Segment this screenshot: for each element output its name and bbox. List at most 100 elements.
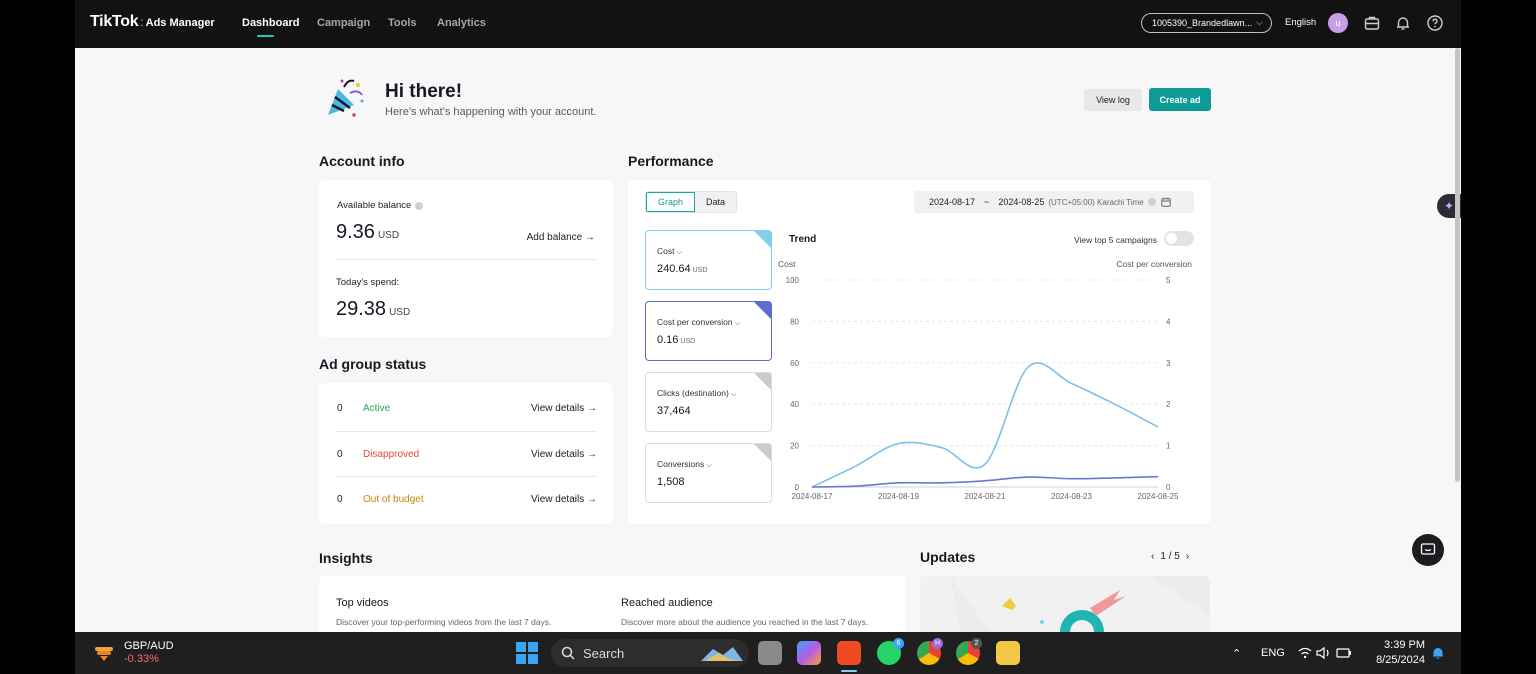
tab-dashboard[interactable]: Dashboard <box>242 17 299 29</box>
chevron-left-icon[interactable]: ‹ <box>1151 551 1154 562</box>
party-popper-icon <box>328 79 364 117</box>
chrome-2-badge: 2 <box>971 638 982 649</box>
page-scrollbar[interactable] <box>1455 48 1460 482</box>
view-details-link[interactable]: View details → <box>531 403 597 414</box>
bell-icon[interactable] <box>1394 14 1412 32</box>
task-view-icon[interactable] <box>758 641 782 665</box>
view-log-button[interactable]: View log <box>1084 89 1142 111</box>
x-tick-label: 2024-08-21 <box>965 492 1006 501</box>
windows-start-icon[interactable] <box>516 642 538 664</box>
spend-unit: USD <box>389 307 411 318</box>
metric-corner-flag <box>754 373 771 390</box>
calendar-icon[interactable] <box>1161 197 1171 207</box>
clock-time: 3:39 PM <box>1384 639 1425 651</box>
spend-value: 29.38 USD <box>336 298 410 321</box>
avatar[interactable]: u <box>1328 13 1348 33</box>
right-tick-label: 4 <box>1166 317 1171 326</box>
chat-support-button[interactable] <box>1412 534 1444 566</box>
top5-toggle[interactable] <box>1164 231 1194 246</box>
tab-analytics[interactable]: Analytics <box>437 17 486 29</box>
reached-audience-title: Reached audience <box>621 597 713 609</box>
create-ad-button[interactable]: Create ad <box>1149 88 1211 111</box>
input-language[interactable]: ENG <box>1261 647 1285 659</box>
right-axis-label: Cost per conversion <box>1116 259 1192 269</box>
notification-bell-icon[interactable] <box>1431 646 1445 660</box>
date-end: 2024-08-25 <box>998 197 1045 207</box>
chevron-down-icon[interactable]: ⌵ <box>677 249 682 256</box>
ticker-change: -0.33% <box>124 653 159 665</box>
logo[interactable]: TikTok : Ads Manager <box>90 13 215 31</box>
stock-widget[interactable]: GBP/AUD -0.33% <box>92 639 174 665</box>
briefcase-icon[interactable] <box>1363 14 1381 32</box>
ad-group-status-card: 0 Active View details → 0 Disapproved Vi… <box>319 383 613 524</box>
metric-corner-flag <box>754 302 771 319</box>
chat-icon <box>1420 543 1436 555</box>
status-label-disapproved: Disapproved <box>363 449 420 460</box>
metric-card-cost[interactable]: Cost ⌵ 240.64 USD <box>645 230 772 290</box>
balance-value: 9.36 USD <box>336 221 399 244</box>
view-details-link[interactable]: View details → <box>531 449 597 460</box>
language-selector[interactable]: English <box>1285 17 1316 28</box>
tray-icons[interactable] <box>1297 645 1353 661</box>
spend-amount: 29.38 <box>336 298 387 320</box>
info-icon[interactable] <box>1147 198 1156 206</box>
status-row-disapproved: 0 Disapproved View details → <box>337 449 597 469</box>
account-info-card: Available balance 9.36 USD Add balance → … <box>319 180 613 337</box>
logo-sep: : <box>140 15 144 29</box>
clock-date: 8/25/2024 <box>1376 654 1425 666</box>
metric-corner-flag <box>754 444 771 461</box>
chevron-right-icon[interactable]: › <box>1186 551 1189 562</box>
left-tick-label: 40 <box>790 400 799 409</box>
status-row-out-of-budget: 0 Out of budget View details → <box>337 494 597 514</box>
date-range-picker[interactable]: 2024-08-17 ~ 2024-08-25 (UTC+05:00) Kara… <box>914 191 1194 213</box>
logo-sub: Ads Manager <box>145 17 215 29</box>
tab-tools[interactable]: Tools <box>388 17 417 29</box>
tab-campaign[interactable]: Campaign <box>317 17 370 29</box>
sparkle-icon: ✦ <box>1443 199 1455 213</box>
left-tick-label: 100 <box>786 276 800 285</box>
status-count: 0 <box>337 494 343 505</box>
left-tick-label: 20 <box>790 442 799 451</box>
metric-value: 37,464 <box>657 405 691 417</box>
metric-label-text: Clicks (destination) <box>657 388 729 398</box>
tab-data[interactable]: Data <box>695 192 737 212</box>
chevron-down-icon[interactable]: ⌵ <box>735 320 740 327</box>
app-window: TikTok : Ads Manager Dashboard Campaign … <box>75 0 1461 632</box>
search-label: Search <box>583 645 625 661</box>
metric-card-conversions[interactable]: Conversions ⌵ 1,508 <box>645 443 772 503</box>
help-icon[interactable] <box>1426 14 1444 32</box>
add-balance-link[interactable]: Add balance → <box>527 232 595 243</box>
taskbar-search[interactable]: Search <box>551 639 749 667</box>
metric-card-clicks[interactable]: Clicks (destination) ⌵ 37,464 <box>645 372 772 432</box>
account-selector[interactable]: 1005390_Brandedlawn... ⌵ <box>1141 13 1272 33</box>
metric-card-cost-per-conversion[interactable]: Cost per conversion ⌵ 0.16 USD <box>645 301 772 361</box>
chevron-down-icon[interactable]: ⌵ <box>731 391 736 398</box>
chevron-down-icon[interactable]: ⌵ <box>707 462 712 469</box>
toggle-knob <box>1166 233 1177 244</box>
top-videos-desc: Discover your top-performing videos from… <box>336 617 552 627</box>
brave-browser-icon[interactable] <box>837 641 861 665</box>
metric-unit: USD <box>680 338 696 345</box>
search-highlight-image <box>701 647 743 661</box>
status-count: 0 <box>337 449 343 460</box>
status-row-active: 0 Active View details → <box>337 403 597 423</box>
metric-unit: USD <box>692 267 708 274</box>
metric-value: 0.16 USD <box>657 334 695 346</box>
logo-main: TikTok <box>90 13 139 30</box>
x-tick-label: 2024-08-23 <box>1051 492 1092 501</box>
clock[interactable]: 3:39 PM 8/25/2024 <box>1371 639 1425 666</box>
view-details-link[interactable]: View details → <box>531 494 597 505</box>
info-icon[interactable] <box>415 201 424 210</box>
performance-card: Graph Data 2024-08-17 ~ 2024-08-25 (UTC+… <box>628 180 1211 524</box>
series-line-cost <box>811 362 1159 488</box>
trend-title: Trend <box>789 234 817 245</box>
metric-label-text: Cost <box>657 246 675 256</box>
file-explorer-icon[interactable] <box>996 641 1020 665</box>
metric-label: Clicks (destination) ⌵ <box>657 388 737 399</box>
tray-chevron-up-icon[interactable]: ⌃ <box>1232 647 1241 660</box>
copilot-icon[interactable] <box>797 641 821 665</box>
tab-graph[interactable]: Graph <box>646 192 696 212</box>
top-nav: TikTok : Ads Manager Dashboard Campaign … <box>75 0 1461 48</box>
currency-icon <box>95 647 113 661</box>
updates-banner-image[interactable] <box>920 576 1210 632</box>
